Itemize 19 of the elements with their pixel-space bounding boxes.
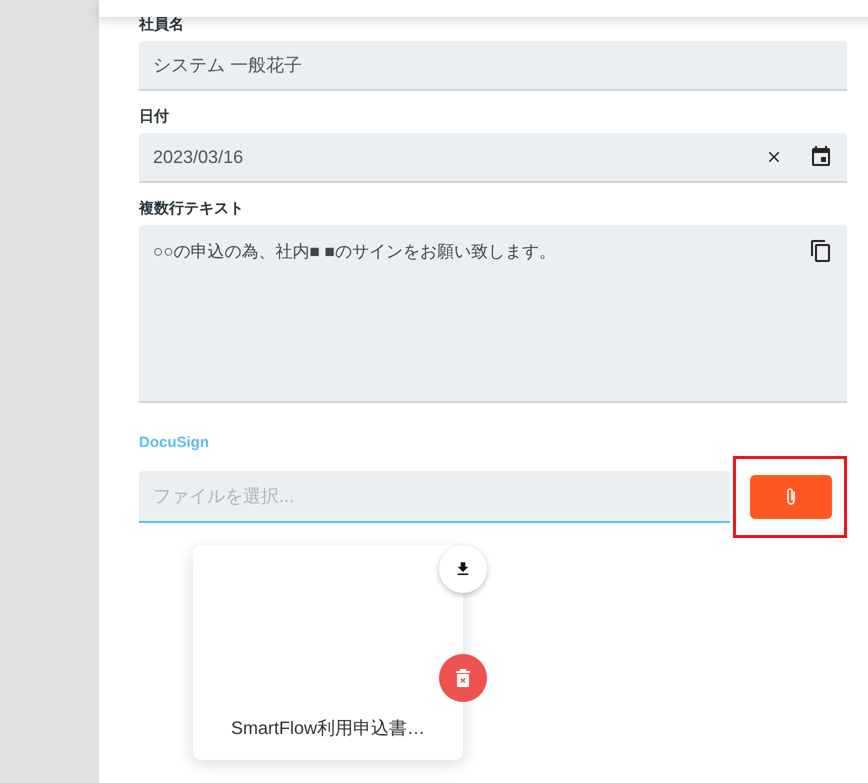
attach-button[interactable] [750,475,832,519]
date-field[interactable]: 2023/03/16 [139,133,847,183]
file-placeholder: ファイルを選択... [153,484,294,508]
field-label: 日付 [139,109,170,125]
copy-icon[interactable] [809,239,833,263]
download-button[interactable] [439,545,487,593]
textarea-field[interactable]: ○○の申込の為、社内■ ■のサインをお願い致します。 [139,225,847,403]
text-field[interactable]: システム 一般花子 [139,41,847,91]
field-value: システム 一般花子 [153,54,302,76]
textarea-value: ○○の申込の為、社内■ ■のサインをお願い致します。 [153,241,556,263]
delete-button[interactable] [439,654,487,702]
calendar-icon[interactable] [809,145,833,169]
field-label: 社員名 [139,17,185,33]
trash-icon [455,669,471,687]
attachment-card[interactable]: SmartFlow利用申込書… [193,545,463,760]
field-label: 複数行テキスト [139,201,245,217]
field-label: DocuSign [139,435,210,451]
field-value: 2023/03/16 [153,146,244,168]
attachment-name: SmartFlow利用申込書… [230,717,425,740]
